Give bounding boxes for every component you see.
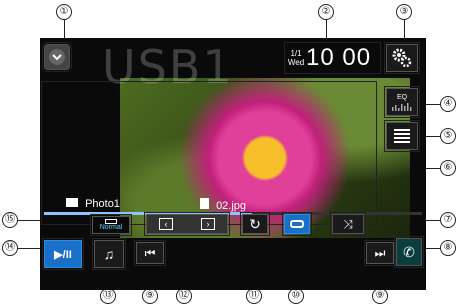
- callout-3: ③: [396, 4, 412, 20]
- next-track-icon: ⏭: [374, 245, 386, 260]
- display-mode-button[interactable]: Normal: [90, 214, 132, 236]
- callout-13: ⑬: [100, 288, 116, 304]
- prev-track-icon: ⏮: [144, 245, 156, 260]
- folder-prev-icon[interactable]: ‹: [159, 218, 173, 230]
- callout-5: ⑤: [440, 128, 456, 144]
- equalizer-icon: [392, 102, 412, 111]
- callout-15: ⑮: [2, 212, 18, 228]
- shuffle-icon: ⤨: [343, 216, 353, 231]
- clock-date-block: 1/1 Wed: [286, 49, 306, 67]
- display-mode-label: Normal: [99, 224, 123, 231]
- folder-next-icon[interactable]: ›: [201, 218, 215, 230]
- callout-14: ⑭: [2, 240, 18, 256]
- file-icon: [200, 198, 209, 209]
- random-button[interactable]: ⤨: [330, 212, 366, 236]
- callout-11: ⑪: [246, 288, 262, 304]
- media-switch-icon: ♫: [103, 246, 115, 262]
- eq-button[interactable]: EQ: [384, 86, 420, 118]
- chevron-down-icon: [49, 49, 65, 65]
- clock: 1/1 Wed 10 00: [284, 42, 381, 74]
- rotate-button[interactable]: ↻: [240, 212, 270, 236]
- folder-icon: [66, 198, 78, 207]
- rotate-icon: ↻: [249, 215, 261, 232]
- callout-8: ⑧: [440, 240, 456, 256]
- folder-row: Photo1: [66, 198, 120, 210]
- next-track-button[interactable]: ⏭: [364, 240, 396, 266]
- list-button[interactable]: [384, 120, 420, 152]
- repeat-icon: [290, 220, 304, 228]
- settings-button[interactable]: [384, 42, 420, 74]
- prev-track-button[interactable]: ⏮: [134, 240, 166, 266]
- callout-1: ①: [56, 4, 72, 20]
- play-pause-button[interactable]: ▶/II: [42, 238, 84, 270]
- callout-10: ⑩: [288, 288, 304, 304]
- file-name: 02.jpg: [216, 200, 247, 212]
- callout-7: ⑦: [440, 212, 456, 228]
- callout-9b: ⑨: [372, 288, 388, 304]
- callout-2: ②: [318, 4, 334, 20]
- callout-4: ④: [440, 96, 456, 112]
- progress-bar[interactable]: [44, 212, 422, 215]
- source-menu-button[interactable]: [42, 42, 72, 72]
- clock-weekday: Wed: [287, 58, 305, 67]
- clock-date: 1/1: [290, 49, 302, 58]
- folder-name: Photo1: [85, 198, 120, 210]
- callout-6: ⑥: [440, 160, 456, 176]
- file-row: 02.jpg: [200, 198, 246, 212]
- phone-icon: ✆: [403, 243, 415, 260]
- callout-9: ⑨: [142, 288, 158, 304]
- repeat-button[interactable]: [282, 212, 312, 236]
- phone-button[interactable]: ✆: [394, 236, 424, 268]
- media-switch-button[interactable]: ♫: [92, 238, 126, 270]
- play-pause-icon: ▶/II: [54, 248, 72, 261]
- callout-12: ⑫: [176, 288, 192, 304]
- eq-label: EQ: [396, 93, 408, 101]
- photo-player-screen: USB1 1/1 Wed 10 00 EQ Photo1 02.jpg Norm…: [40, 38, 426, 290]
- folder-nav-group: ‹ ›: [144, 212, 230, 236]
- clock-time: 10 00: [306, 44, 372, 71]
- gear-icon: [392, 48, 412, 68]
- list-icon: [394, 127, 410, 145]
